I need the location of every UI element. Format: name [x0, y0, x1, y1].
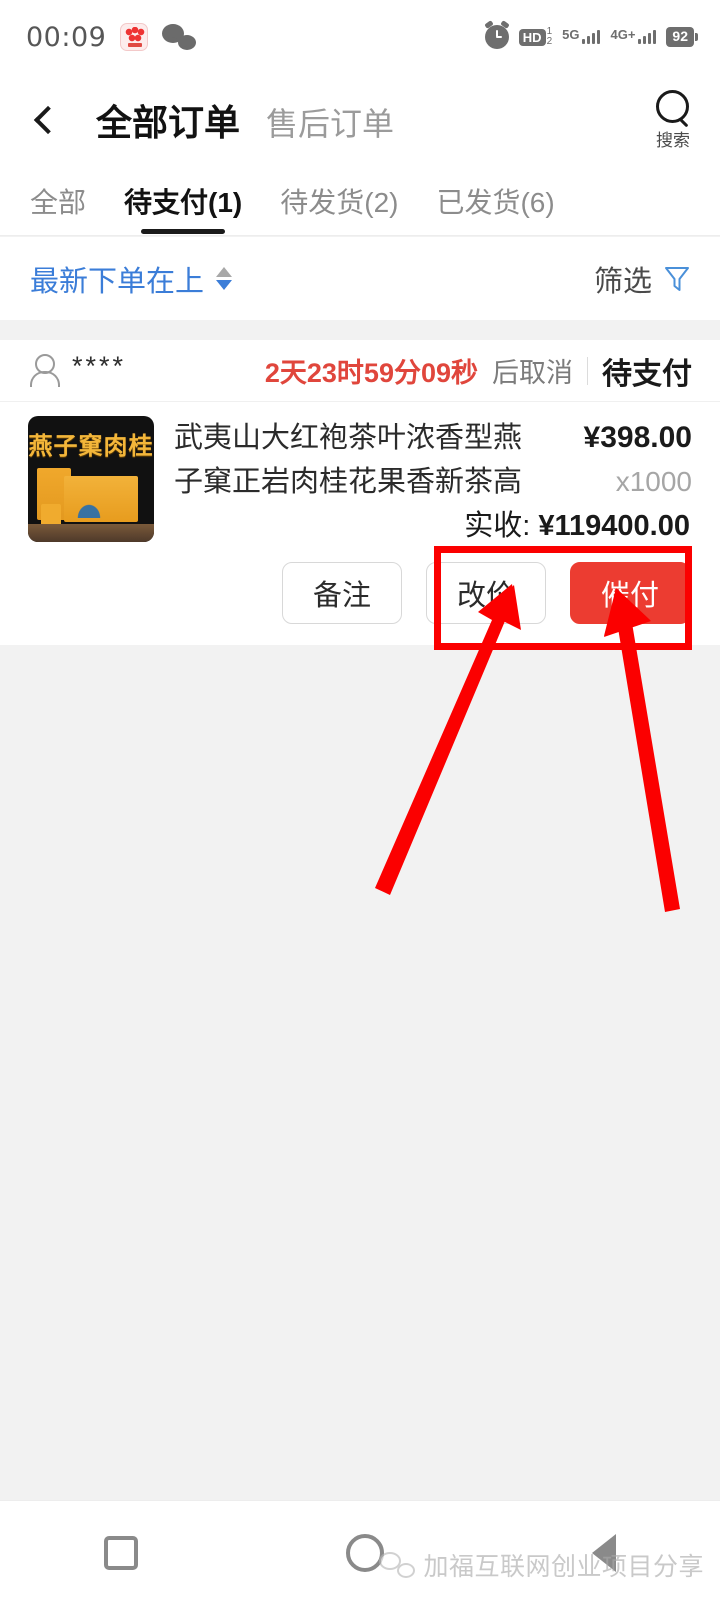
thumbnail-table-surface [28, 524, 154, 542]
red-app-icon [120, 23, 149, 51]
app-header: 全部订单 售后订单 搜索 [0, 74, 720, 166]
actual-payment-amount: ¥119400.00 [538, 510, 690, 542]
battery-indicator: 92 [666, 27, 698, 47]
product-price-block: ¥398.00 x1000 [527, 416, 692, 504]
product-quantity: x1000 [615, 466, 692, 497]
divider [587, 356, 588, 385]
signal-4g-label: 4G+ [610, 27, 636, 42]
funnel-icon [664, 265, 690, 293]
actual-payment-row: 实收: ¥119400.00 [174, 502, 692, 544]
empty-content-area [0, 645, 720, 1500]
status-bar-left: 00:09 [26, 21, 197, 53]
status-bar-clock: 00:09 [26, 21, 107, 53]
status-bar: 00:09 HD 1 2 5G 4G+ 92 [0, 0, 720, 74]
sort-arrows-icon [216, 267, 233, 290]
annotation-highlight-rectangle [434, 546, 692, 650]
search-icon [656, 89, 690, 124]
order-body: 燕子窠肉桂 武夷山大红袍茶叶浓香型燕子窠正岩肉桂花果香新茶高档… ¥398.00… [0, 402, 720, 544]
hd-volte-icon: HD 1 2 [518, 25, 553, 48]
wechat-icon [379, 1552, 416, 1578]
hd-sim-top: 1 [546, 25, 553, 37]
signal-5g-icon: 5G [562, 27, 601, 44]
person-icon [28, 353, 60, 388]
product-title[interactable]: 武夷山大红袍茶叶浓香型燕子窠正岩肉桂花果香新茶高档… [174, 416, 527, 504]
product-thumbnail[interactable]: 燕子窠肉桂 [28, 416, 154, 542]
buyer-name: **** [72, 351, 127, 381]
filter-control[interactable]: 筛选 [594, 258, 690, 300]
tab-shipped[interactable]: 已发货(6) [436, 166, 554, 236]
sort-control[interactable]: 最新下单在上 [30, 258, 233, 300]
signal-4g-icon: 4G+ [610, 27, 657, 44]
search-label: 搜索 [656, 130, 690, 150]
tab-pending-shipment[interactable]: 待发货(2) [280, 166, 398, 236]
chevron-left-icon [33, 105, 63, 135]
product-price: ¥398.00 [583, 421, 692, 454]
order-header-row: **** 2天23时59分09秒 后取消 待支付 [0, 340, 720, 402]
section-gap [0, 320, 720, 340]
search-button[interactable]: 搜索 [656, 89, 690, 151]
sort-label: 最新下单在上 [30, 265, 205, 298]
tab-pending-payment[interactable]: 待支付(1) [124, 166, 242, 236]
sort-filter-bar: 最新下单在上 筛选 [0, 237, 720, 320]
watermark: 加福互联网创业项目分享 [379, 1547, 704, 1583]
hd-label: HD [518, 28, 546, 46]
actual-payment-label: 实收: [464, 510, 531, 542]
square-recents-icon[interactable] [104, 1536, 138, 1570]
status-bar-right: HD 1 2 5G 4G+ 92 [484, 25, 698, 49]
signal-5g-label: 5G [562, 27, 580, 42]
cancel-countdown-suffix: 后取消 [492, 358, 573, 388]
order-status-group: 2天23时59分09秒 后取消 待支付 [265, 349, 692, 393]
buyer-info[interactable]: **** [28, 351, 127, 388]
status-badge: 待支付 [602, 357, 692, 391]
cancel-countdown: 2天23时59分09秒 [264, 358, 478, 388]
aftersale-orders-tab[interactable]: 售后订单 [266, 99, 394, 145]
circle-home-icon[interactable] [346, 1534, 384, 1572]
phone-screen: 00:09 HD 1 2 5G 4G+ 92 全部订单 售后订单 搜索 全部 待… [0, 0, 720, 1605]
product-main-row: 武夷山大红袍茶叶浓香型燕子窠正岩肉桂花果香新茶高档… ¥398.00 x1000 [174, 416, 692, 504]
gift-box-wide [64, 476, 138, 522]
alarm-clock-icon [484, 25, 509, 49]
product-info: 武夷山大红袍茶叶浓香型燕子窠正岩肉桂花果香新茶高档… ¥398.00 x1000… [154, 416, 692, 544]
header-title-group: 全部订单 售后订单 [96, 94, 394, 146]
wechat-icon [162, 24, 197, 50]
remark-button[interactable]: 备注 [282, 562, 402, 624]
back-button[interactable] [0, 74, 96, 166]
filter-label: 筛选 [593, 265, 652, 298]
page-title[interactable]: 全部订单 [96, 94, 240, 146]
thumbnail-calligraphy-text: 燕子窠肉桂 [28, 431, 154, 460]
hd-sim-bottom: 2 [546, 36, 553, 47]
order-status-tabs: 全部 待支付(1) 待发货(2) 已发货(6) [0, 166, 720, 236]
watermark-text: 加福互联网创业项目分享 [423, 1553, 704, 1581]
tab-all[interactable]: 全部 [30, 166, 86, 236]
